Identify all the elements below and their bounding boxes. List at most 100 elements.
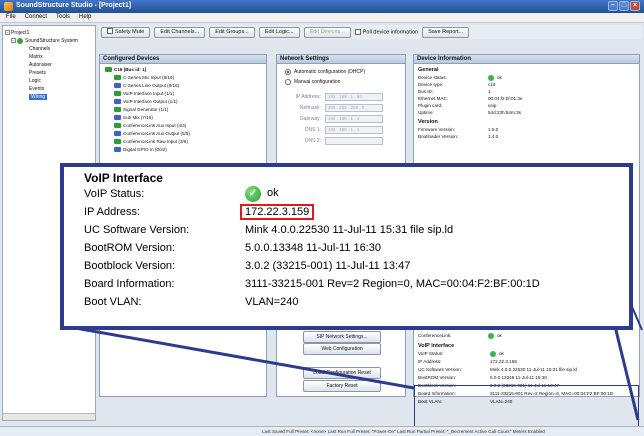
minimize-button[interactable]: – — [608, 1, 618, 11]
manual-config-radio[interactable]: Manual configuration — [277, 77, 405, 87]
aux-input-icon — [114, 123, 121, 129]
device-channel-item[interactable]: VoIP Interface Input (1/1) — [100, 90, 266, 98]
local-config-reset-button[interactable]: Local Configuration Reset — [303, 367, 381, 379]
tree-item-system[interactable]: − SoundStructure System — [5, 37, 93, 45]
radio-icon — [285, 78, 291, 85]
voip-info-section: ConferenceLink: ok VoIP Interface VoIP St… — [414, 332, 639, 406]
info-row: ConferenceLink: ok — [418, 332, 502, 339]
tree-item-matrix[interactable]: Matrix — [5, 53, 93, 61]
ip-address-highlight: 172.22.3.159 — [240, 204, 315, 220]
device-channel-item[interactable]: Digital GPIO In (0/22) — [100, 146, 266, 154]
menu-connect[interactable]: Connect — [25, 14, 47, 22]
window-controls: – □ × — [608, 1, 640, 11]
raw-input-icon — [114, 139, 121, 145]
callout-row-board-info: Board Information: 3111-33215-001 Rev=2 … — [84, 278, 540, 290]
panel-title: Configured Devices — [100, 55, 266, 64]
sip-settings-button[interactable]: SIP Network Settings... — [303, 331, 381, 343]
device-channel-item[interactable]: VoIP Interface Output (1/1) — [100, 98, 266, 106]
app-icon — [4, 2, 13, 11]
gateway-field[interactable]: Gateway: 192 . 168 . 1 . 1 — [277, 113, 405, 124]
tree-item-events[interactable]: Events — [5, 85, 93, 93]
dns1-field[interactable]: DNS 1: 192 . 168 . 1 . 1 — [277, 124, 405, 135]
callout-title: VoIP Interface — [84, 171, 163, 185]
safety-mute-button[interactable]: Safety Mute — [101, 26, 151, 38]
info-row: Uptime: 54d:23h:54m:3s — [418, 110, 521, 115]
menu-tools[interactable]: Tools — [56, 14, 70, 22]
ok-icon — [490, 350, 496, 357]
save-report-button[interactable]: Save Report... — [422, 26, 470, 38]
checkbox-icon — [107, 28, 113, 35]
ip-address-field[interactable]: IP Address: 192 . 168 . 1 . 50 — [277, 91, 405, 102]
info-row: Firmware Version: 1.5.0 — [418, 127, 499, 132]
edit-channels-button[interactable]: Edit Channels... — [154, 26, 206, 38]
ok-icon — [488, 74, 494, 81]
radio-icon — [285, 68, 291, 75]
menu-bar: File Connect Tools Help — [0, 13, 644, 23]
edit-groups-button[interactable]: Edit Groups... — [209, 26, 255, 38]
netmask-field[interactable]: Netmask: 255 . 255 . 255 . 0 — [277, 102, 405, 113]
system-icon — [17, 37, 23, 44]
mic-input-icon — [114, 75, 121, 81]
collapse-icon[interactable]: − — [11, 38, 16, 44]
info-row: Device type: c16 — [418, 82, 496, 87]
info-row: Bus ID: 1 — [418, 89, 491, 94]
info-row: Bootblock Version: 3.0.2 (33215-001) 11-J… — [418, 383, 560, 388]
callout-row-uc-software: UC Software Version: Mink 4.0.0.22530 11… — [84, 224, 454, 236]
web-configuration-button[interactable]: Web Configuration — [303, 343, 381, 355]
tree-item-wiring[interactable]: Wiring — [5, 93, 93, 101]
menu-file[interactable]: File — [6, 14, 16, 22]
info-row: Plugin card: voip — [418, 103, 497, 108]
device-channel-item[interactable]: ConferenceLink Raw Input (3/6) — [100, 138, 266, 146]
line-output-icon — [114, 83, 121, 89]
tree-item-autoraiser[interactable]: Autoraiser — [5, 61, 93, 69]
tree-item-logic[interactable]: Logic — [5, 77, 93, 85]
callout-row-voip-status: VoIP Status: ✓ ok — [84, 186, 279, 202]
general-heading: General — [418, 67, 439, 73]
device-channel-item[interactable]: C-Series Mic Input (8/16) — [100, 74, 266, 82]
sub-mix-icon — [114, 115, 121, 121]
voip-interface-callout: VoIP Interface VoIP Status: ✓ ok IP Addre… — [60, 163, 633, 330]
device-channel-item[interactable]: ConferenceLink Aux Output (5/5) — [100, 130, 266, 138]
info-row: IP Address: 172.22.3.159 — [418, 359, 517, 364]
dns2-field[interactable]: DNS 2: — [277, 135, 405, 146]
panel-title: Network Settings — [277, 55, 405, 64]
title-bar: SoundStructure Studio - [Project1] – □ × — [0, 0, 644, 13]
device-channel-item[interactable]: ConferenceLink Aux Input (4/4) — [100, 122, 266, 130]
factory-reset-button[interactable]: Factory Reset — [303, 380, 381, 392]
voip-input-icon — [114, 91, 121, 97]
dhcp-radio[interactable]: Automatic configuration (DHCP) — [277, 67, 405, 77]
edit-devices-button[interactable]: Edit Devices... — [303, 26, 351, 38]
device-channel-item[interactable]: C-Series Line Output (8/16) — [100, 82, 266, 90]
poll-device-checkbox[interactable]: Poll device information — [354, 28, 418, 35]
menu-help[interactable]: Help — [79, 14, 91, 22]
info-row: BootROM Version: 5.0.0.13348 11-Jul-11 16… — [418, 375, 547, 380]
callout-row-bootblock: Bootblock Version: 3.0.2 (33215-001) 11-… — [84, 260, 411, 272]
version-heading: Version — [418, 119, 438, 125]
device-channel-item[interactable]: Sub Mix (7/16) — [100, 114, 266, 122]
info-row: Board Information: 3111-33215-001 Rev=2 R… — [418, 391, 614, 396]
edit-logic-button[interactable]: Edit Logic... — [258, 26, 300, 38]
device-icon — [105, 67, 112, 73]
tree-item-presets[interactable]: Presets — [5, 69, 93, 77]
signal-generator-icon — [114, 107, 121, 113]
tree-horizontal-scrollbar[interactable] — [3, 413, 95, 420]
tree-item-channels[interactable]: Channels — [5, 45, 93, 53]
info-row: UC Software Version: Mink 4.0.0.22530 11-… — [418, 367, 577, 372]
checkbox-icon — [354, 28, 361, 35]
info-row: Ethernet MAC: 00:04:f2:bf:01:3e — [418, 96, 523, 101]
callout-row-ip-address: IP Address: 172.22.3.159 — [84, 203, 629, 221]
panel-title: Device Information — [414, 55, 639, 64]
tree-item-project[interactable]: − Project1 — [5, 29, 93, 37]
toolbar: Safety Mute Edit Channels... Edit Groups… — [99, 25, 642, 39]
gpio-icon — [114, 147, 121, 153]
info-row: Boot VLAN: VLAN=240 — [418, 399, 513, 404]
device-node[interactable]: C16 [Bus id: 1] — [100, 66, 266, 74]
voip-heading: VoIP Interface — [418, 343, 455, 349]
collapse-icon[interactable]: − — [5, 30, 10, 36]
close-button[interactable]: × — [630, 1, 640, 11]
device-channel-item[interactable]: Signal Generator (1/1) — [100, 106, 266, 114]
info-row: Device status: ok — [418, 74, 502, 81]
info-row: VoIP Status: ok — [418, 350, 504, 357]
maximize-button[interactable]: □ — [619, 1, 629, 11]
info-row: Bootloader Version: 1.4.0 — [418, 134, 499, 139]
